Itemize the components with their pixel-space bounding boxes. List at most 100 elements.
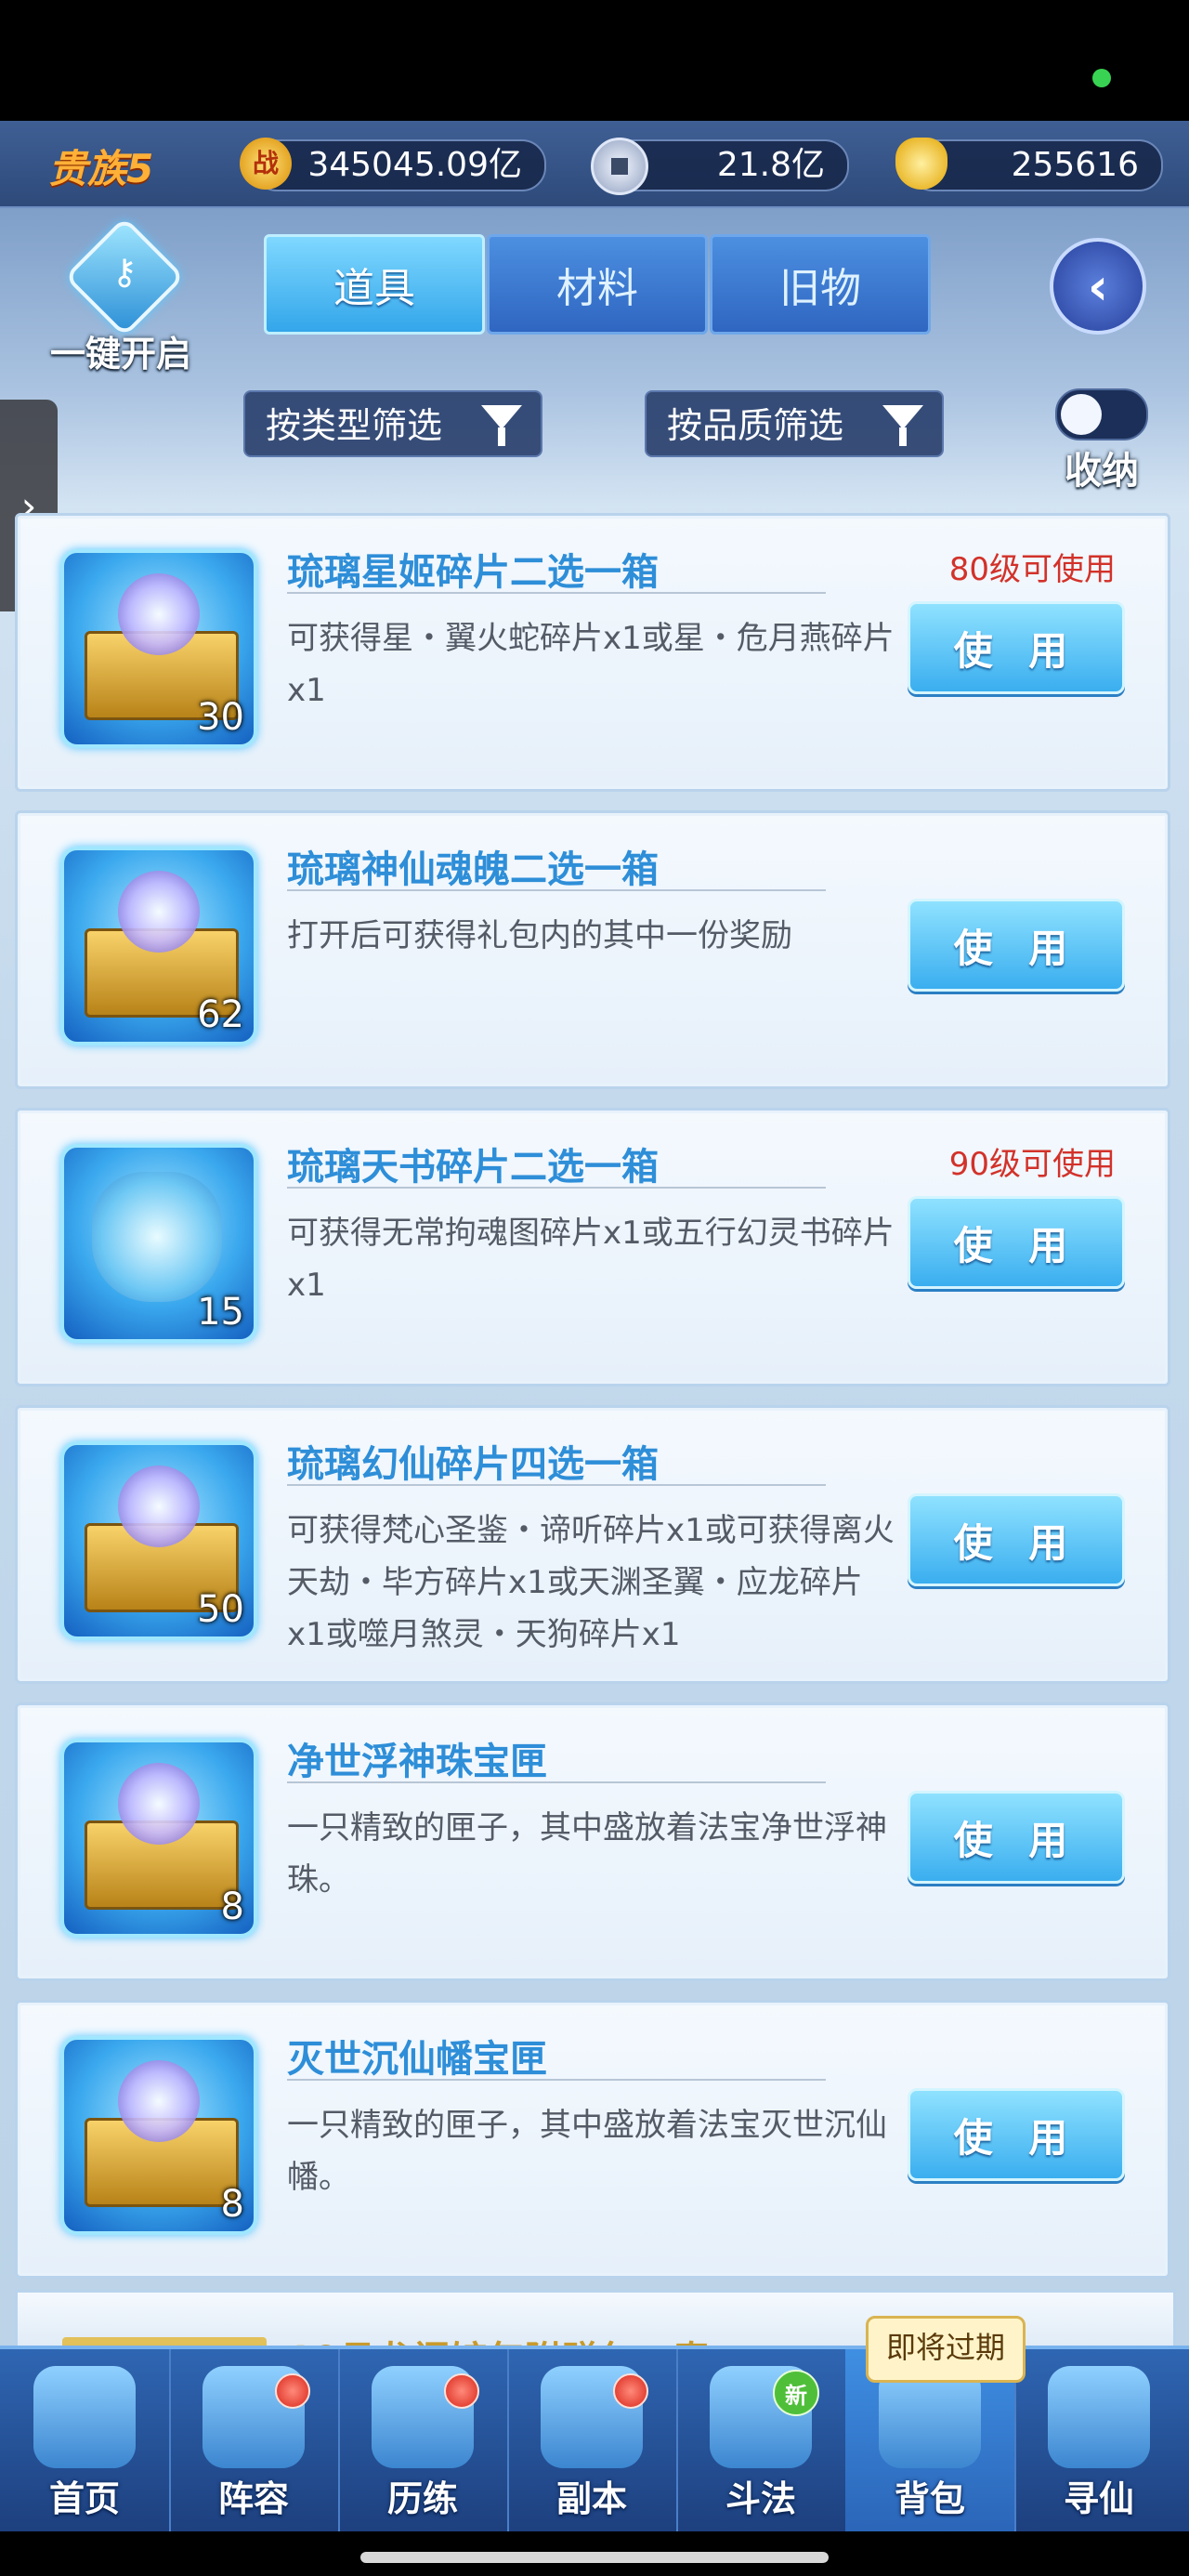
silver-currency[interactable]: 21.8亿 — [591, 138, 849, 195]
item-card: 50 琉璃幻仙碎片四选一箱 可获得梵心圣鉴・谛听碎片x1或可获得离火天劫・毕方碎… — [15, 1405, 1170, 1684]
home-indicator[interactable] — [360, 2552, 829, 2563]
nav-training[interactable]: 历练 — [338, 2349, 509, 2535]
item-count: 30 — [197, 696, 244, 739]
item-card: 8 净世浮神珠宝匣 一只精致的匣子，其中盛放着法宝净世浮神珠。 使 用 — [15, 1702, 1170, 1981]
divider — [287, 1781, 826, 1783]
item-count: 50 — [197, 1588, 244, 1631]
nav-label: 背包 — [894, 2478, 965, 2519]
notification-dot — [613, 2373, 648, 2409]
item-count: 8 — [220, 2183, 244, 2226]
item-description: 打开后可获得礼包内的其中一份奖励 — [287, 917, 792, 954]
silver-coin-icon — [591, 138, 648, 195]
item-icon[interactable]: 50 — [60, 1441, 257, 1640]
nav-duel[interactable]: 新 斗法 — [676, 2349, 847, 2535]
one-key-open-button[interactable]: ⚷ 一键开启 — [37, 216, 204, 375]
gold-currency[interactable]: 255616 — [895, 138, 1163, 191]
tab-relics[interactable]: 旧物 — [710, 234, 931, 335]
home-island-icon — [33, 2366, 136, 2468]
item-name: 琉璃神仙魂魄二选一箱 — [287, 848, 659, 891]
divider — [287, 1484, 826, 1486]
gold-value: 255616 — [1011, 146, 1139, 184]
status-indicator-dot — [1092, 69, 1111, 87]
item-icon[interactable]: 8 — [60, 2036, 257, 2235]
key-icon: ⚷ — [63, 216, 186, 338]
gold-ingot-icon — [895, 138, 947, 190]
item-icon[interactable]: 62 — [60, 847, 257, 1045]
divider — [287, 889, 826, 891]
item-description: 一只精致的匣子，其中盛放着法宝灭世沉仙幡。 — [287, 2107, 887, 2196]
nav-label: 副本 — [555, 2478, 627, 2519]
nav-seek-immortal[interactable]: 寻仙 — [1014, 2349, 1183, 2535]
scroll-icon — [1048, 2366, 1150, 2468]
use-button[interactable]: 使 用 — [908, 899, 1125, 992]
notification-dot — [444, 2373, 479, 2409]
nav-label: 寻仙 — [1063, 2478, 1134, 2519]
filter-by-type-label: 按类型筛选 — [266, 405, 443, 446]
item-count: 8 — [220, 1886, 244, 1928]
noble-level[interactable]: 贵族5 — [48, 138, 153, 194]
character-portrait-icon — [118, 1465, 200, 1547]
pearl-treasure-icon — [118, 1763, 200, 1845]
item-icon[interactable]: 8 — [60, 1739, 257, 1938]
item-name: 净世浮神珠宝匣 — [287, 1741, 547, 1783]
expiring-soon-badge: 即将过期 — [866, 2316, 1026, 2383]
use-button[interactable]: 使 用 — [908, 601, 1125, 694]
resource-bar: 贵族5 战 345045.09亿 21.8亿 255616 — [0, 121, 1189, 208]
item-card: 15 琉璃天书碎片二选一箱 90级可使用 可获得无常拘魂图碎片x1或五行幻灵书碎… — [15, 1108, 1170, 1387]
nav-dungeon[interactable]: 副本 — [507, 2349, 678, 2535]
item-description: 可获得梵心圣鉴・谛听碎片x1或可获得离火天劫・毕方碎片x1或天渊圣翼・应龙碎片x… — [287, 1512, 895, 1653]
item-description: 可获得无常拘魂图碎片x1或五行幻灵书碎片x1 — [287, 1215, 895, 1304]
collapse-toggle[interactable] — [1055, 388, 1148, 440]
character-portrait-icon — [118, 871, 200, 953]
item-name: 灭世沉仙幡宝匣 — [287, 2038, 547, 2081]
item-name: 琉璃天书碎片二选一箱 — [287, 1146, 659, 1189]
funnel-icon — [882, 405, 923, 446]
nav-lineup[interactable]: 阵容 — [169, 2349, 340, 2535]
battle-power: 战 345045.09亿 — [240, 138, 546, 191]
filter-by-quality-label: 按品质筛选 — [667, 405, 844, 446]
battle-power-icon: 战 — [240, 138, 292, 190]
nav-label: 历练 — [386, 2478, 458, 2519]
item-count: 62 — [197, 993, 244, 1036]
toggle-knob — [1061, 394, 1102, 435]
divider — [287, 2079, 826, 2081]
use-button[interactable]: 使 用 — [908, 2088, 1125, 2181]
silver-value: 21.8亿 — [716, 146, 825, 184]
pouch-icon — [92, 1172, 222, 1302]
divider — [287, 1187, 826, 1189]
item-icon[interactable]: 15 — [60, 1144, 257, 1343]
status-bar — [0, 0, 1189, 121]
battle-power-value: 345045.09亿 — [307, 146, 522, 184]
new-badge: 新 — [773, 2370, 819, 2416]
item-card: 30 琉璃星姬碎片二选一箱 80级可使用 可获得星・翼火蛇碎片x1或星・危月燕碎… — [15, 513, 1170, 792]
item-level-requirement: 80级可使用 — [948, 551, 1116, 588]
use-button[interactable]: 使 用 — [908, 1196, 1125, 1289]
item-card: 8 灭世沉仙幡宝匣 一只精致的匣子，其中盛放着法宝灭世沉仙幡。 使 用 — [15, 2000, 1170, 2279]
item-name: 琉璃幻仙碎片四选一箱 — [287, 1443, 659, 1486]
nav-label: 斗法 — [725, 2478, 796, 2519]
character-portrait-icon — [118, 573, 200, 655]
item-count: 15 — [197, 1291, 244, 1334]
nav-label: 首页 — [48, 2478, 120, 2519]
use-button[interactable]: 使 用 — [908, 1493, 1125, 1586]
use-button[interactable]: 使 用 — [908, 1791, 1125, 1884]
nav-home[interactable]: 首页 — [0, 2349, 171, 2535]
item-icon[interactable]: 30 — [60, 549, 257, 748]
one-key-open-label: 一键开启 — [49, 334, 191, 375]
tab-items[interactable]: 道具 — [264, 234, 485, 335]
banner-treasure-icon — [118, 2060, 200, 2142]
filter-by-type-button[interactable]: 按类型筛选 — [243, 390, 542, 457]
filter-by-quality-button[interactable]: 按品质筛选 — [645, 390, 944, 457]
divider — [287, 592, 826, 594]
item-card: 62 琉璃神仙魂魄二选一箱 打开后可获得礼包内的其中一份奖励 使 用 — [15, 810, 1170, 1089]
notification-dot — [275, 2373, 310, 2409]
funnel-icon — [481, 405, 522, 446]
collapse-label: 收纳 — [1065, 450, 1139, 493]
item-name: 琉璃星姬碎片二选一箱 — [287, 551, 659, 594]
back-arrow-icon[interactable]: ‹ — [1050, 238, 1146, 335]
item-description: 可获得星・翼火蛇碎片x1或星・危月燕碎片x1 — [287, 620, 895, 709]
nav-label: 阵容 — [217, 2478, 289, 2519]
item-description: 一只精致的匣子，其中盛放着法宝净世浮神珠。 — [287, 1809, 887, 1899]
tab-materials[interactable]: 材料 — [487, 234, 708, 335]
item-level-requirement: 90级可使用 — [948, 1146, 1116, 1183]
